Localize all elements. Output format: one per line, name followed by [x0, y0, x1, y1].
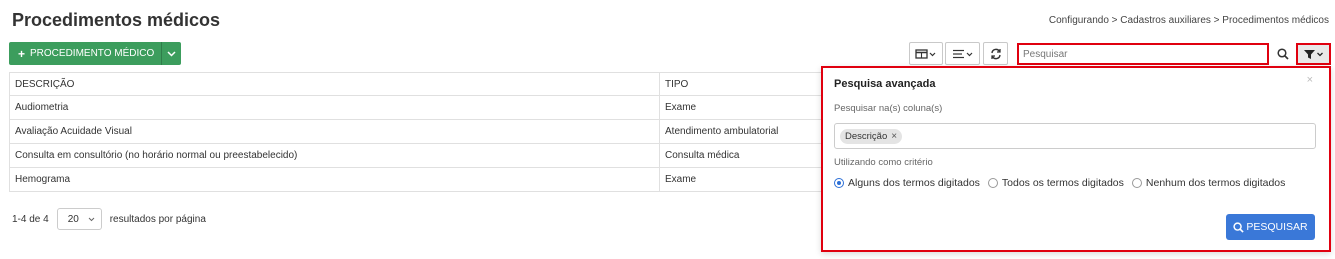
- chevron-down-icon: [167, 50, 176, 57]
- advanced-search-submit-button[interactable]: PESQUISAR: [1226, 214, 1315, 240]
- table-row[interactable]: Audiometria Exame: [9, 95, 839, 120]
- submit-label: PESQUISAR: [1246, 221, 1308, 233]
- radio-any-terms[interactable]: Alguns dos termos digitados: [834, 177, 980, 189]
- column-header-type[interactable]: TIPO: [659, 72, 839, 96]
- columns-label: Pesquisar na(s) coluna(s): [834, 103, 943, 114]
- radio-unchecked-icon: [1131, 178, 1142, 188]
- radio-all-terms[interactable]: Todos os termos digitados: [987, 177, 1124, 189]
- criteria-radio-group: Alguns dos termos digitados Todos os ter…: [834, 177, 1293, 189]
- cell-description: Avaliação Acuidade Visual: [9, 119, 660, 144]
- lines-icon: [952, 49, 972, 58]
- columns-toggle-button[interactable]: [909, 42, 943, 65]
- column-header-description[interactable]: DESCRIÇÃO: [9, 72, 660, 96]
- breadcrumb: Configurando > Cadastros auxiliares > Pr…: [1048, 15, 1329, 26]
- per-page-label: resultados por página: [109, 213, 206, 225]
- columns-icon: [915, 48, 936, 59]
- chip-remove-icon[interactable]: ×: [891, 131, 897, 142]
- cell-type: Atendimento ambulatorial: [659, 119, 839, 144]
- criteria-label: Utilizando como critério: [834, 157, 933, 168]
- cell-description: Consulta em consultório (no horário norm…: [9, 143, 660, 168]
- cell-description: Audiometria: [9, 95, 660, 120]
- density-menu-button[interactable]: [945, 42, 980, 65]
- advanced-filter-button[interactable]: [1296, 43, 1331, 65]
- radio-checked-icon: [834, 178, 844, 188]
- cell-description: Hemograma: [9, 167, 660, 192]
- table-row[interactable]: Hemograma Exame: [9, 167, 839, 192]
- search-input[interactable]: [1017, 43, 1269, 65]
- advanced-search-panel: Pesquisa avançada × Pesquisar na(s) colu…: [821, 66, 1331, 252]
- selected-column-chip: Descrição ×: [840, 129, 903, 144]
- add-procedure-group: + PROCEDIMENTO MÉDICO: [9, 42, 182, 65]
- chip-label: Descrição: [845, 131, 888, 142]
- add-options-dropdown-button[interactable]: [162, 42, 182, 65]
- table-row[interactable]: Avaliação Acuidade Visual Atendimento am…: [9, 119, 839, 144]
- pagination-range: 1-4 de 4: [12, 213, 49, 225]
- radio-unchecked-icon: [987, 178, 998, 188]
- procedures-table: DESCRIÇÃO TIPO Audiometria Exame Avaliaç…: [9, 72, 839, 192]
- radio-label: Alguns dos termos digitados: [848, 177, 980, 189]
- cell-type: Consulta médica: [659, 143, 839, 168]
- radio-no-terms[interactable]: Nenhum dos termos digitados: [1131, 177, 1286, 189]
- search-icon: [1233, 221, 1245, 233]
- advanced-search-title: Pesquisa avançada: [834, 78, 936, 90]
- radio-label: Todos os termos digitados: [1001, 177, 1124, 189]
- per-page-select[interactable]: 20: [56, 208, 102, 230]
- add-procedure-button[interactable]: + PROCEDIMENTO MÉDICO: [9, 42, 163, 65]
- page-title: Procedimentos médicos: [12, 10, 221, 30]
- plus-icon: +: [18, 46, 26, 61]
- cell-type: Exame: [659, 95, 839, 120]
- search-button[interactable]: [1271, 43, 1295, 65]
- filter-icon: [1303, 49, 1323, 59]
- per-page-value: 20: [67, 213, 79, 225]
- pagination: 1-4 de 4 20 resultados por página: [12, 208, 206, 230]
- refresh-icon: [990, 48, 1001, 59]
- table-row[interactable]: Consulta em consultório (no horário norm…: [9, 143, 839, 168]
- cell-type: Exame: [659, 167, 839, 192]
- columns-multiselect[interactable]: Descrição ×: [834, 123, 1316, 149]
- search-icon: [1277, 48, 1289, 60]
- add-procedure-label: PROCEDIMENTO MÉDICO: [30, 48, 155, 59]
- chevron-down-icon: [88, 217, 95, 221]
- radio-label: Nenhum dos termos digitados: [1145, 177, 1286, 189]
- refresh-button[interactable]: [983, 42, 1008, 65]
- close-icon[interactable]: ×: [1307, 74, 1313, 86]
- table-header-row: DESCRIÇÃO TIPO: [9, 72, 839, 96]
